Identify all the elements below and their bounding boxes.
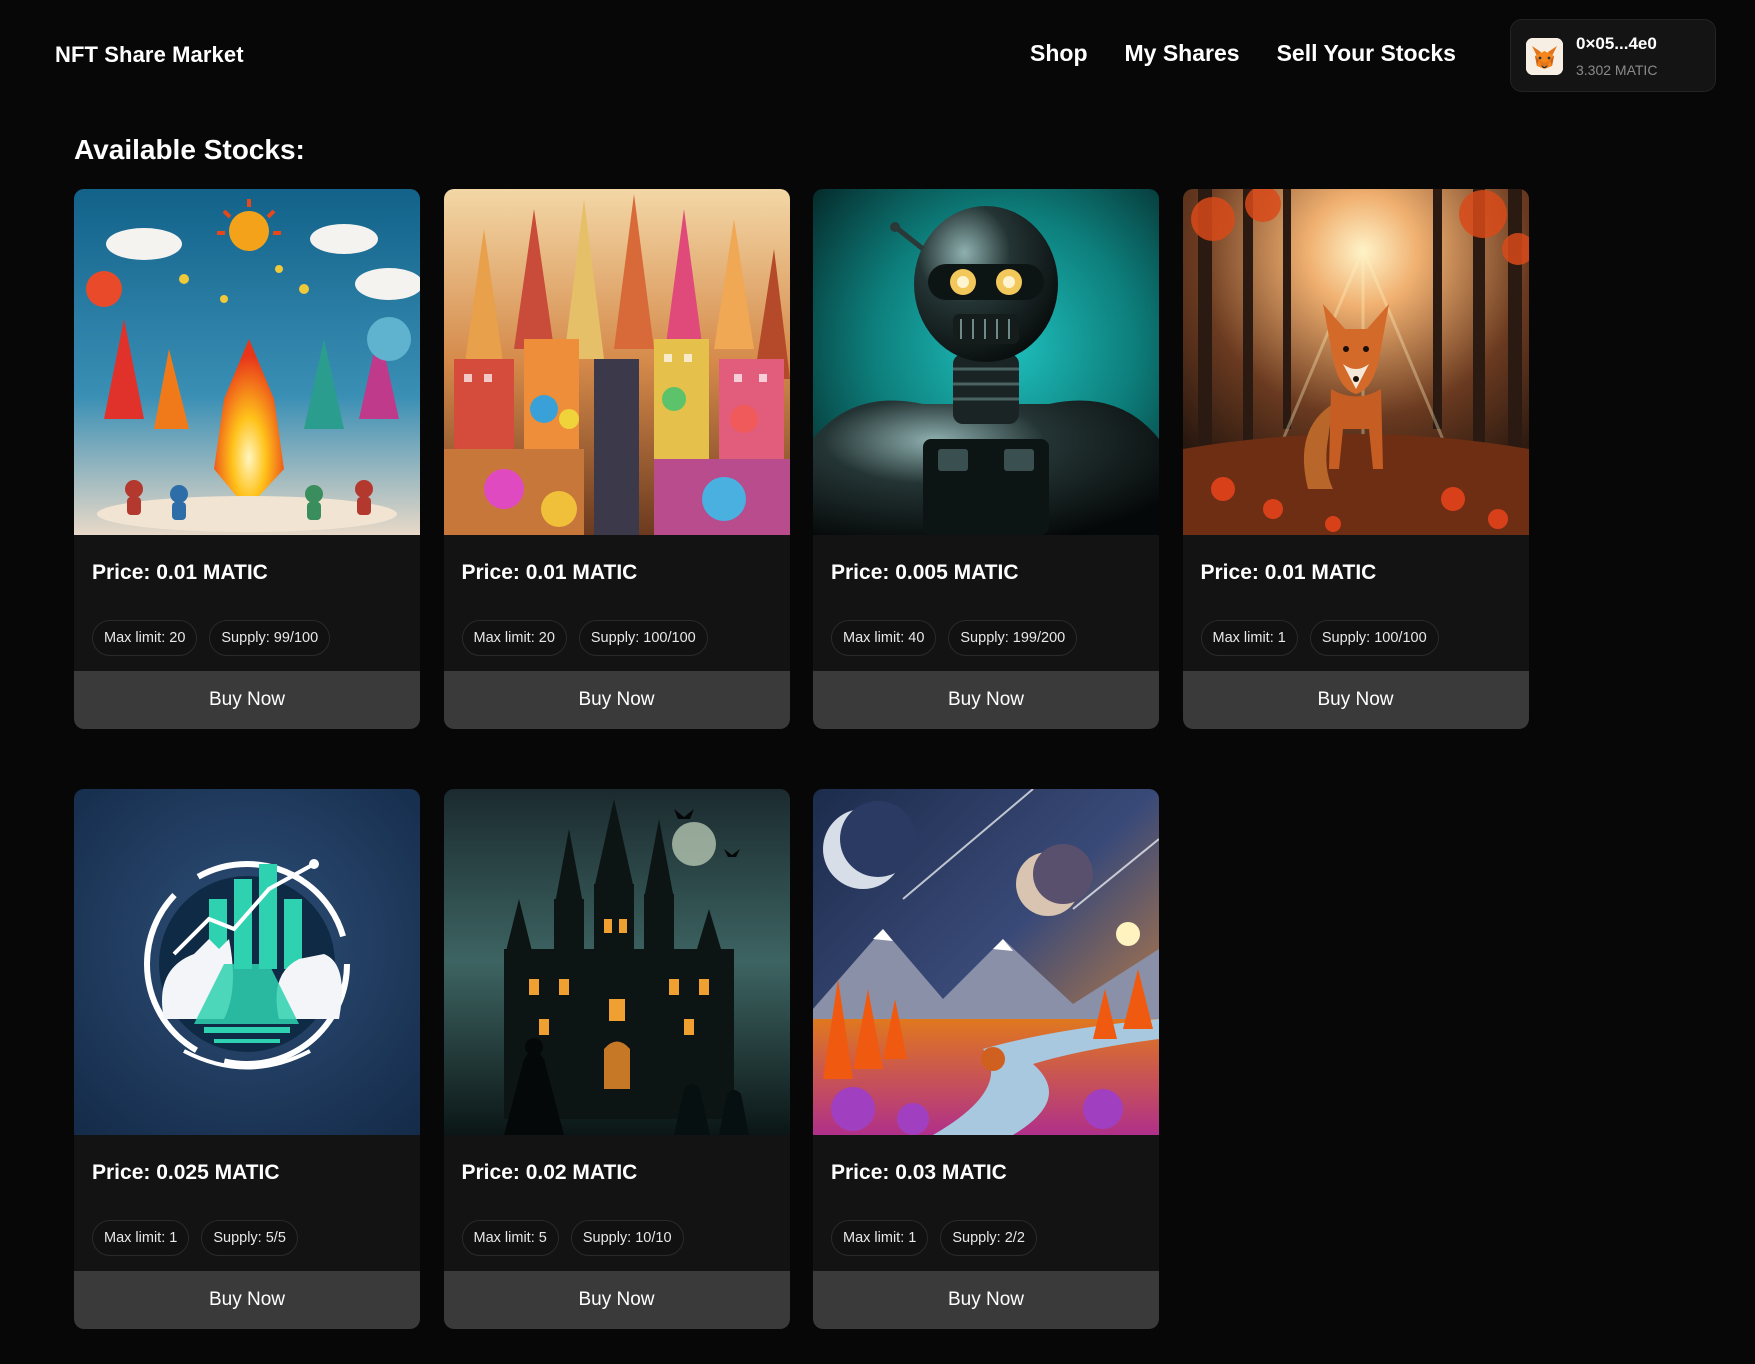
metamask-fox-icon xyxy=(1526,38,1563,75)
max-limit-badge: Max limit: 40 xyxy=(831,620,937,656)
nft-image[interactable] xyxy=(74,189,420,535)
wallet-button[interactable]: 0×05...4e0 3.302 MATIC xyxy=(1510,19,1716,92)
nav-links: Shop My Shares Sell Your Stocks xyxy=(1030,40,1456,67)
stock-meta: Max limit: 40 Supply: 199/200 xyxy=(831,620,1078,656)
navbar: NFT Share Market Shop My Shares Sell You… xyxy=(0,0,1755,110)
stock-card: Price: 0.01 MATIC Max limit: 1 Supply: 1… xyxy=(1182,189,1529,729)
brand-title[interactable]: NFT Share Market xyxy=(55,42,244,68)
nft-image[interactable] xyxy=(443,789,790,1135)
nav-my-shares-link[interactable]: My Shares xyxy=(1125,40,1240,67)
buy-now-button[interactable]: Buy Now xyxy=(74,671,420,729)
stock-card: Price: 0.005 MATIC Max limit: 40 Supply:… xyxy=(813,189,1159,729)
stock-meta: Max limit: 1 Supply: 2/2 xyxy=(831,1220,1037,1256)
stock-card: Price: 0.01 MATIC Max limit: 20 Supply: … xyxy=(74,189,420,729)
nav-sell-stocks-link[interactable]: Sell Your Stocks xyxy=(1277,40,1456,67)
stock-meta: Max limit: 1 Supply: 5/5 xyxy=(92,1220,298,1256)
supply-badge: Supply: 99/100 xyxy=(209,620,331,656)
buy-now-button[interactable]: Buy Now xyxy=(813,671,1159,729)
stock-price: Price: 0.005 MATIC xyxy=(831,561,1019,584)
buy-now-button[interactable]: Buy Now xyxy=(443,1271,790,1329)
max-limit-badge: Max limit: 5 xyxy=(461,1220,559,1256)
max-limit-badge: Max limit: 20 xyxy=(461,620,567,656)
stock-card: Price: 0.01 MATIC Max limit: 20 Supply: … xyxy=(443,189,790,729)
buy-now-button[interactable]: Buy Now xyxy=(443,671,790,729)
stock-price: Price: 0.01 MATIC xyxy=(1200,561,1377,584)
stock-meta: Max limit: 20 Supply: 99/100 xyxy=(92,620,331,656)
max-limit-badge: Max limit: 20 xyxy=(92,620,198,656)
stock-price: Price: 0.01 MATIC xyxy=(92,561,268,584)
supply-badge: Supply: 100/100 xyxy=(1309,620,1439,656)
stock-grid: Price: 0.01 MATIC Max limit: 20 Supply: … xyxy=(74,189,1534,1329)
max-limit-badge: Max limit: 1 xyxy=(92,1220,190,1256)
stock-meta: Max limit: 20 Supply: 100/100 xyxy=(461,620,708,656)
stock-price: Price: 0.01 MATIC xyxy=(461,561,638,584)
nft-image[interactable] xyxy=(813,189,1159,535)
buy-now-button[interactable]: Buy Now xyxy=(1182,671,1529,729)
buy-now-button[interactable]: Buy Now xyxy=(74,1271,420,1329)
stock-meta: Max limit: 5 Supply: 10/10 xyxy=(461,1220,684,1256)
stock-card: Price: 0.03 MATIC Max limit: 1 Supply: 2… xyxy=(813,789,1159,1329)
stock-meta: Max limit: 1 Supply: 100/100 xyxy=(1200,620,1439,656)
supply-badge: Supply: 199/200 xyxy=(948,620,1078,656)
nft-image[interactable] xyxy=(813,789,1159,1135)
stock-price: Price: 0.025 MATIC xyxy=(92,1161,280,1184)
stock-price: Price: 0.02 MATIC xyxy=(461,1161,638,1184)
supply-badge: Supply: 5/5 xyxy=(201,1220,298,1256)
stock-card: Price: 0.02 MATIC Max limit: 5 Supply: 1… xyxy=(443,789,790,1329)
page-title: Available Stocks: xyxy=(74,134,305,165)
nft-image[interactable] xyxy=(443,189,790,535)
stock-card: Price: 0.025 MATIC Max limit: 1 Supply: … xyxy=(74,789,420,1329)
nav-shop-link[interactable]: Shop xyxy=(1030,40,1088,67)
stock-price: Price: 0.03 MATIC xyxy=(831,1161,1007,1184)
nft-image[interactable] xyxy=(1182,189,1529,535)
supply-badge: Supply: 2/2 xyxy=(940,1220,1037,1256)
buy-now-button[interactable]: Buy Now xyxy=(813,1271,1159,1329)
nft-image[interactable] xyxy=(74,789,420,1135)
max-limit-badge: Max limit: 1 xyxy=(831,1220,929,1256)
supply-badge: Supply: 10/10 xyxy=(570,1220,684,1256)
supply-badge: Supply: 100/100 xyxy=(578,620,708,656)
max-limit-badge: Max limit: 1 xyxy=(1200,620,1298,656)
wallet-balance: 3.302 MATIC xyxy=(1576,62,1658,78)
wallet-address: 0×05...4e0 xyxy=(1576,34,1657,53)
